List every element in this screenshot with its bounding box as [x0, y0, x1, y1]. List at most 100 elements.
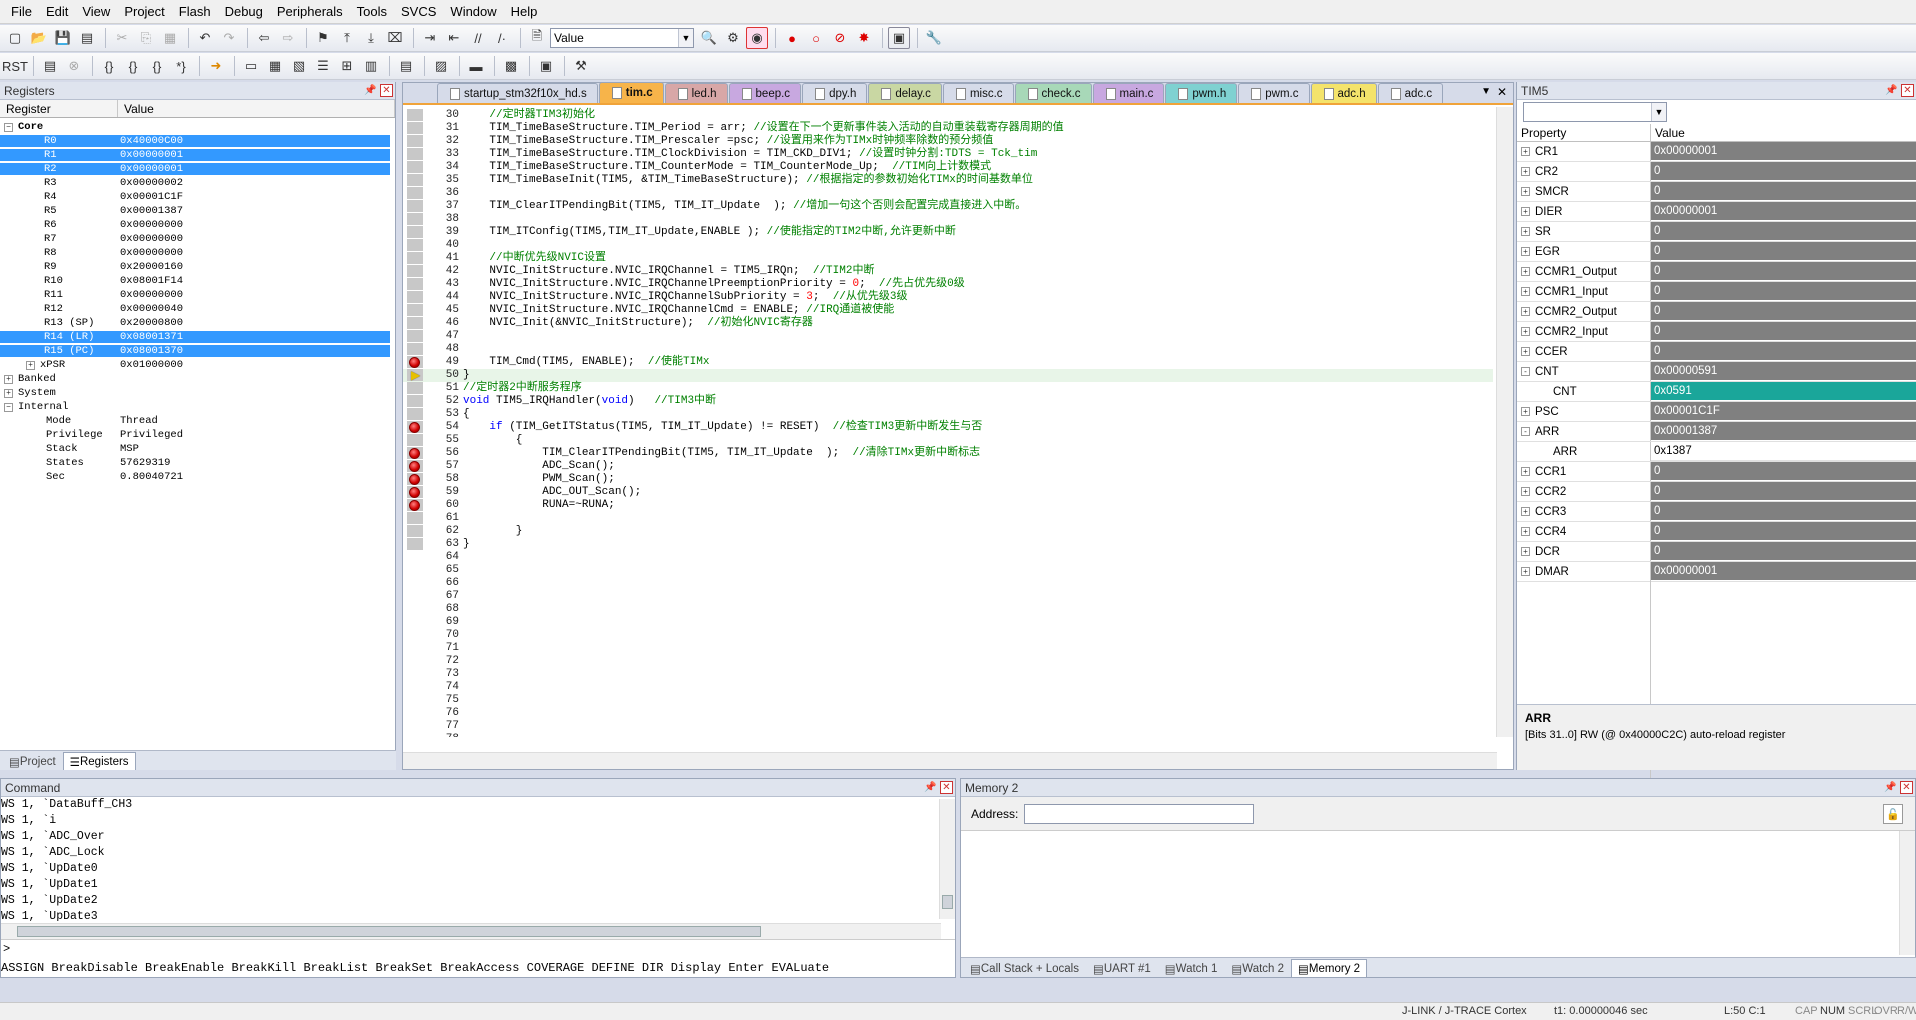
register-row[interactable]: R3 0x00000002	[0, 176, 395, 190]
tim5-register-row[interactable]: - CNT 0x00000591	[1517, 362, 1916, 382]
show-next-statement-icon[interactable]: ➜	[205, 55, 227, 77]
property-value[interactable]: 0	[1651, 342, 1916, 361]
property-value[interactable]: 0	[1651, 242, 1916, 261]
tim5-register-row[interactable]: + CCR1 0	[1517, 462, 1916, 482]
tim5-register-row[interactable]: + CCR3 0	[1517, 502, 1916, 522]
expand-icon[interactable]: +	[1521, 347, 1530, 356]
file-tab[interactable]: main.c	[1092, 83, 1165, 103]
close-icon[interactable]: ✕	[1900, 781, 1913, 794]
property-value[interactable]: 0	[1651, 262, 1916, 281]
chevron-down-icon[interactable]: ▼	[1651, 103, 1666, 121]
menu-project[interactable]: Project	[117, 0, 171, 24]
pin-icon[interactable]: 📌	[364, 84, 377, 97]
analysis-window-icon[interactable]: ▬	[465, 55, 487, 77]
code-area[interactable]: 30 //定时器TIM3初始化 31 TIM_TimeBaseStructure.…	[403, 107, 1495, 737]
pin-icon[interactable]: 📌	[924, 781, 937, 794]
tab-memory-2[interactable]: ▤ Memory 2	[1291, 959, 1368, 977]
menu-tools[interactable]: Tools	[350, 0, 394, 24]
menu-edit[interactable]: Edit	[39, 0, 75, 24]
register-row[interactable]: R12 0x00000040	[0, 302, 395, 316]
chevron-down-icon[interactable]: ▼	[678, 29, 693, 47]
breakpoint-icon[interactable]	[409, 487, 420, 498]
tim5-register-row[interactable]: + DCR 0	[1517, 542, 1916, 562]
file-tab[interactable]: led.h	[664, 83, 728, 103]
register-row[interactable]: R1 0x00000001	[0, 148, 395, 162]
menu-flash[interactable]: Flash	[172, 0, 218, 24]
tim5-register-row[interactable]: + CCER 0	[1517, 342, 1916, 362]
tim5-register-row[interactable]: CNT 0x0591	[1517, 382, 1916, 402]
property-value[interactable]: 0x1387	[1651, 442, 1916, 461]
register-row[interactable]: R5 0x00001387	[0, 204, 395, 218]
clear-bookmarks-icon[interactable]: ⌧	[384, 27, 406, 49]
serial-window-icon[interactable]: ▨	[430, 55, 452, 77]
property-value[interactable]: 0	[1651, 222, 1916, 241]
internal-row[interactable]: Stack MSP	[0, 442, 395, 456]
menu-svcs[interactable]: SVCS	[394, 0, 443, 24]
command-horizontal-scrollbar[interactable]	[1, 923, 941, 939]
insert-breakpoint-icon[interactable]: ●	[781, 27, 803, 49]
property-value[interactable]: 0	[1651, 302, 1916, 321]
breakpoint-icon[interactable]	[409, 461, 420, 472]
tab-watch-1[interactable]: ▤ Watch 1	[1158, 959, 1225, 977]
command-input[interactable]: >	[1, 939, 955, 957]
toolbox-icon[interactable]: ⚒	[570, 55, 592, 77]
run-to-cursor-icon[interactable]: *}	[170, 55, 192, 77]
file-tab[interactable]: check.c	[1014, 83, 1092, 103]
core-group[interactable]: − Core	[0, 120, 395, 134]
command-vertical-scrollbar[interactable]	[939, 799, 955, 919]
trace-window-icon[interactable]: ▩	[500, 55, 522, 77]
register-row[interactable]: R9 0x20000160	[0, 260, 395, 274]
tim5-register-row[interactable]: + EGR 0	[1517, 242, 1916, 262]
paste-icon[interactable]: ▦	[159, 27, 181, 49]
property-value[interactable]: 0	[1651, 162, 1916, 181]
register-group-internal[interactable]: − Internal	[0, 400, 395, 414]
internal-row[interactable]: Privilege Privileged	[0, 428, 395, 442]
file-tab[interactable]: adc.c	[1377, 83, 1444, 103]
expand-icon[interactable]: +	[1521, 327, 1530, 336]
registers-window-icon[interactable]: ☰	[312, 55, 334, 77]
step-over-icon[interactable]: {}	[122, 55, 144, 77]
register-row[interactable]: R11 0x00000000	[0, 288, 395, 302]
expand-icon[interactable]: +	[1521, 407, 1530, 416]
breakpoint-icon[interactable]	[409, 357, 420, 368]
expand-icon[interactable]: +	[1521, 287, 1530, 296]
expand-icon[interactable]: +	[1521, 227, 1530, 236]
tim5-register-row[interactable]: + SR 0	[1517, 222, 1916, 242]
symbols-window-icon[interactable]: ▧	[288, 55, 310, 77]
unindent-icon[interactable]: ⇤	[443, 27, 465, 49]
internal-row[interactable]: Sec 0.80040721	[0, 470, 395, 484]
nav-forward-icon[interactable]: ⇨	[277, 27, 299, 49]
file-tab[interactable]: dpy.h	[802, 83, 868, 103]
close-icon[interactable]: ✕	[380, 84, 393, 97]
tim5-register-row[interactable]: + SMCR 0	[1517, 182, 1916, 202]
property-value[interactable]: 0x00000001	[1651, 142, 1916, 161]
run-icon[interactable]: ▤	[39, 55, 61, 77]
property-value[interactable]: 0x0591	[1651, 382, 1916, 401]
redo-icon[interactable]: ↷	[218, 27, 240, 49]
property-value[interactable]: 0	[1651, 182, 1916, 201]
file-tab[interactable]: delay.c	[868, 83, 942, 103]
menu-window[interactable]: Window	[443, 0, 503, 24]
expand-icon[interactable]: +	[4, 389, 13, 398]
editor-vertical-scrollbar[interactable]	[1496, 107, 1513, 737]
property-value[interactable]: 0	[1651, 482, 1916, 501]
new-file-icon[interactable]: ▢	[4, 27, 26, 49]
stop-icon[interactable]: ⊗	[63, 55, 85, 77]
tim5-selector[interactable]: ▼	[1523, 102, 1667, 122]
property-value[interactable]: 0	[1651, 502, 1916, 521]
file-tab[interactable]: beep.c	[728, 83, 802, 103]
tim5-register-row[interactable]: + CCMR2_Input 0	[1517, 322, 1916, 342]
comment-icon[interactable]: //	[467, 27, 489, 49]
register-row[interactable]: R15 (PC) 0x08001370	[0, 344, 395, 358]
disassembly-window-icon[interactable]: ▦	[264, 55, 286, 77]
expand-icon[interactable]: +	[1521, 147, 1530, 156]
expand-icon[interactable]: +	[1521, 207, 1530, 216]
menu-file[interactable]: File	[4, 0, 39, 24]
property-value[interactable]: 0x00001387	[1651, 422, 1916, 441]
file-tab[interactable]: startup_stm32f10x_hd.s	[437, 83, 598, 103]
next-bookmark-icon[interactable]: ⤓	[360, 27, 382, 49]
expand-icon[interactable]: +	[26, 361, 35, 370]
find-icon[interactable]: 🔍	[698, 27, 720, 49]
expand-icon[interactable]: +	[4, 375, 13, 384]
tim5-register-row[interactable]: + CCMR1_Output 0	[1517, 262, 1916, 282]
